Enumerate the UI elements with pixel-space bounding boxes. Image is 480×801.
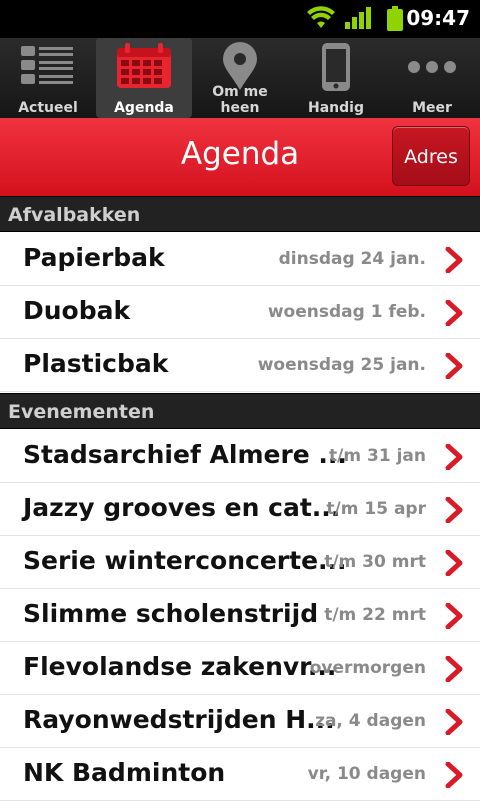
list-item[interactable]: Jazzy grooves en cat... t/m 15 apr [0, 483, 480, 536]
item-date: t/m 30 mrt [324, 552, 426, 572]
item-date: za, 4 dagen [315, 711, 426, 731]
item-name: Flevolandse zakenvr... [23, 652, 337, 681]
tab-agenda[interactable]: Agenda [96, 38, 192, 118]
item-name: Plasticbak [23, 349, 169, 378]
item-date: t/m 15 apr [326, 499, 426, 519]
list-item[interactable]: Stadsarchief Almere ... t/m 31 jan [0, 430, 480, 483]
item-name: Stadsarchief Almere ... [23, 440, 347, 469]
chevron-right-icon [445, 603, 463, 629]
calendar-icon [117, 43, 171, 88]
chevron-right-icon [445, 353, 463, 379]
item-name: Papierbak [23, 243, 165, 272]
item-date: t/m 22 mrt [324, 605, 426, 625]
list-icon [21, 46, 73, 84]
battery-icon [387, 6, 403, 31]
tab-label-meer: Meer [412, 100, 452, 116]
item-name: Jazzy grooves en cat... [23, 493, 341, 522]
item-date: woensdag 25 jan. [257, 355, 426, 375]
tab-handig[interactable]: Handig [288, 38, 384, 118]
chevron-right-icon [445, 656, 463, 682]
chevron-right-icon [445, 444, 463, 470]
tab-label-handig: Handig [308, 100, 364, 116]
signal-icon [345, 7, 371, 29]
more-dots-icon [408, 61, 456, 73]
chevron-right-icon [445, 762, 463, 788]
item-name: Duobak [23, 296, 131, 325]
item-name: Rayonwedstrijden H... [23, 705, 335, 734]
tab-bar: Actueel Agenda Om me heen Handig Meer [0, 38, 480, 118]
item-date: vr, 10 dagen [307, 764, 426, 784]
list-item[interactable]: Plasticbak woensdag 25 jan. [0, 339, 480, 392]
clock: 09:47 [406, 6, 470, 30]
item-date: dinsdag 24 jan. [278, 249, 426, 269]
list-item[interactable]: Duobak woensdag 1 feb. [0, 286, 480, 339]
section-header-afvalbakken: Afvalbakken [0, 196, 480, 232]
tab-om-me-heen[interactable]: Om me heen [192, 38, 288, 118]
item-name: NK Badminton [23, 758, 226, 787]
item-date: woensdag 1 feb. [267, 302, 426, 322]
item-date: t/m 31 jan [329, 446, 426, 466]
tab-meer[interactable]: Meer [384, 38, 480, 118]
list-item[interactable]: Serie winterconcerte... t/m 30 mrt [0, 536, 480, 589]
tab-label-agenda: Agenda [114, 100, 174, 116]
adres-button[interactable]: Adres [392, 126, 470, 186]
item-name: Serie winterconcerte... [23, 546, 347, 575]
list-item[interactable]: Papierbak dinsdag 24 jan. [0, 233, 480, 286]
wifi-icon [307, 6, 335, 28]
status-bar: 09:47 [0, 0, 480, 38]
section-header-evenementen: Evenementen [0, 393, 480, 429]
chevron-right-icon [445, 550, 463, 576]
list-item[interactable]: Flevolandse zakenvr... overmorgen [0, 642, 480, 695]
list-item[interactable]: Slimme scholenstrijd t/m 22 mrt [0, 589, 480, 642]
chevron-right-icon [445, 247, 463, 273]
item-date: overmorgen [309, 658, 426, 678]
list-item[interactable]: Rayonwedstrijden H... za, 4 dagen [0, 695, 480, 748]
chevron-right-icon [445, 709, 463, 735]
phone-icon [322, 43, 350, 91]
tab-actueel[interactable]: Actueel [0, 38, 96, 118]
title-bar: Agenda Adres [0, 118, 480, 196]
tab-label-actueel: Actueel [18, 100, 78, 116]
item-name: Slimme scholenstrijd [23, 599, 319, 628]
chevron-right-icon [445, 300, 463, 326]
list-item[interactable]: NK Badminton vr, 10 dagen [0, 748, 480, 801]
tab-label-om-me-heen: Om me heen [212, 84, 268, 116]
chevron-right-icon [445, 497, 463, 523]
